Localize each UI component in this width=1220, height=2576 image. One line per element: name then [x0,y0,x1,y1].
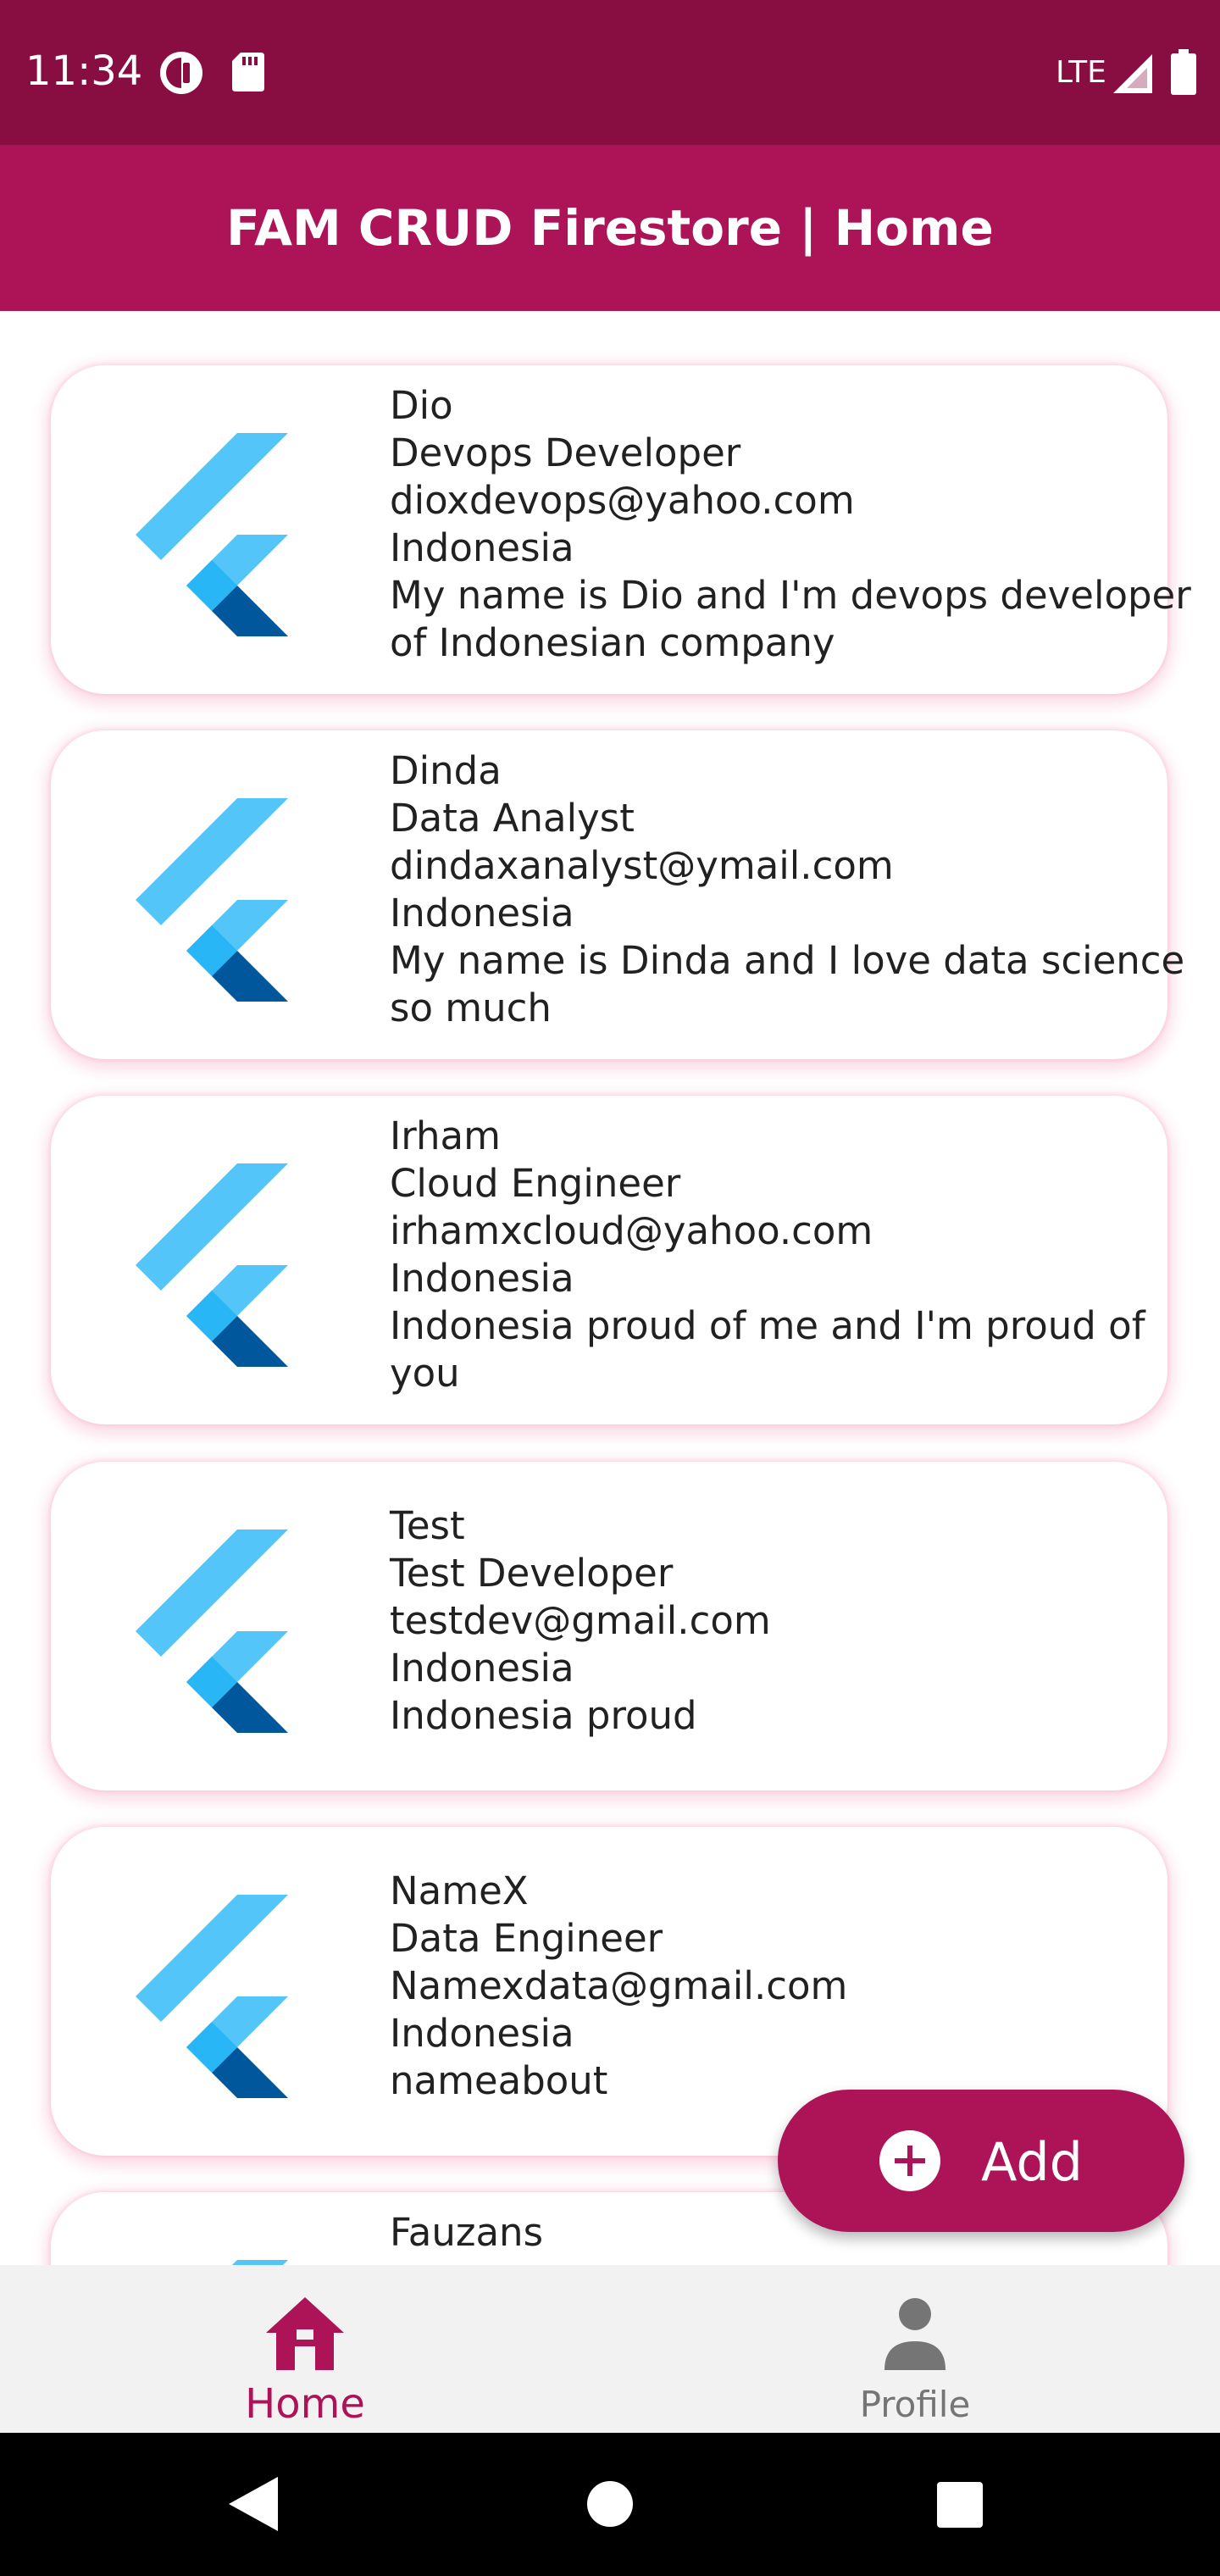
user-role: Data Analyst [390,796,635,841]
user-about: Indonesia proud of me and I'm proud of y… [390,1303,1157,1396]
user-role: Test Developer [390,1551,674,1596]
flutter-logo-icon [136,798,288,1002]
user-name: Test [390,1503,465,1548]
user-details: Dinda Data Analyst dindaxanalyst@ymail.c… [390,747,1203,1032]
user-country: Indonesia [390,1256,574,1301]
add-circle-icon [879,2130,940,2191]
user-name: Irham [390,1113,501,1158]
sd-card-icon [232,53,264,92]
flutter-logo-icon [136,1530,288,1733]
user-details: NameX Data Engineer Namexdata@gmail.com … [390,1868,1203,2105]
user-card[interactable]: Test Test Developer testdev@gmail.com In… [51,1462,1167,1790]
user-name: Dio [390,383,453,428]
network-type: LTE [1056,55,1106,90]
user-country: Indonesia [390,525,574,570]
add-button-label: Add [981,2131,1084,2193]
user-country: Indonesia [390,891,574,935]
user-details: Dio Devops Developer dioxdevops@yahoo.co… [390,382,1203,667]
user-details: Test Test Developer testdev@gmail.com In… [390,1502,1203,1740]
user-email: testdev@gmail.com [390,1598,771,1643]
user-country: Indonesia [390,1646,574,1690]
add-button[interactable]: Add [778,2090,1184,2232]
flutter-logo-icon [136,1163,288,1367]
notification-circle-icon [160,52,202,94]
nav-label-profile: Profile [859,2384,971,2425]
user-role: Data Engineer [390,1916,663,1961]
user-about: My name is Dinda and I love data science… [390,938,1197,1030]
battery-icon [1171,49,1196,95]
user-card[interactable]: Dio Devops Developer dioxdevops@yahoo.co… [51,365,1191,694]
flutter-logo-icon [136,1895,288,2098]
bottom-navigation: Home Profile [0,2265,1220,2433]
user-about: Indonesia proud [390,1693,697,1738]
user-card[interactable]: Irham Cloud Engineer irhamxcloud@yahoo.c… [51,1096,1167,1424]
home-icon [266,2297,344,2370]
user-country: Indonesia [390,2011,574,2056]
back-icon[interactable] [229,2477,278,2531]
user-role: Cloud Engineer [390,1161,681,1206]
user-role: Devops Developer [390,430,741,475]
user-email: dioxdevops@yahoo.com [390,478,855,523]
user-email: Namexdata@gmail.com [390,1963,848,2008]
app-bar: FAM CRUD Firestore | Home [0,145,1220,311]
user-name: NameX [390,1868,529,1913]
recents-icon[interactable] [937,2482,983,2528]
nav-item-profile[interactable]: Profile [610,2265,1220,2433]
user-list[interactable]: Dio Devops Developer dioxdevops@yahoo.co… [0,311,1220,2265]
user-email: irhamxcloud@yahoo.com [390,1208,873,1253]
user-details: Irham Cloud Engineer irhamxcloud@yahoo.c… [390,1113,1203,1397]
status-bar: 11:34 LTE [0,0,1220,145]
user-card[interactable]: Dinda Data Analyst dindaxanalyst@ymail.c… [51,730,1184,1059]
page-title: FAM CRUD Firestore | Home [226,199,994,257]
signal-icon [1113,54,1152,93]
system-navigation-bar [0,2433,1220,2576]
person-icon [884,2298,946,2370]
user-email: dindaxanalyst@ymail.com [390,843,894,888]
user-about: My name is Dio and I'm devops developer … [390,573,1204,665]
status-time: 11:34 [25,47,143,95]
home-circle-icon[interactable] [586,2480,634,2528]
flutter-logo-icon [136,433,288,636]
user-name: Dinda [390,748,502,793]
nav-label-home: Home [245,2380,365,2428]
nav-item-home[interactable]: Home [0,2265,610,2433]
